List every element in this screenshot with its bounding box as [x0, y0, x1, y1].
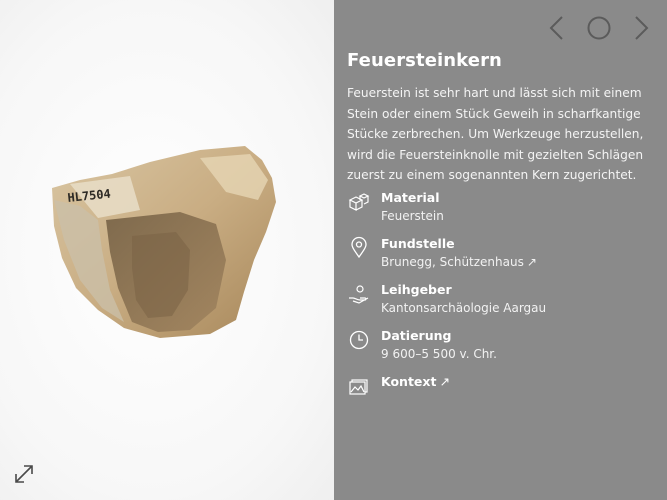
fact-dating-label: Datierung — [381, 328, 452, 343]
home-button[interactable] — [585, 14, 613, 42]
fact-material-label: Material — [381, 190, 440, 205]
context-link[interactable]: Kontext ↗ — [347, 374, 657, 420]
fact-material: Material Feuerstein — [347, 190, 657, 236]
expand-image-button[interactable] — [12, 462, 36, 486]
fact-findspot: Fundstelle Brunegg, Schützenhaus ↗ — [347, 236, 657, 282]
lender-hand-icon — [349, 285, 369, 304]
fact-lender: Leihgeber Kantonsarchäologie Aargau — [347, 282, 657, 328]
item-title: Feuersteinkern — [347, 50, 502, 71]
location-pin-icon — [351, 236, 367, 259]
fact-lender-label: Leihgeber — [381, 282, 452, 297]
findspot-link[interactable]: Brunegg, Schützenhaus ↗ — [381, 255, 537, 269]
fact-context-label: Kontext ↗ — [381, 374, 450, 389]
external-arrow-icon: ↗ — [526, 255, 537, 269]
context-label-text: Kontext — [381, 374, 437, 389]
fact-dating: Datierung 9 600–5 500 v. Chr. — [347, 328, 657, 374]
chevron-left-icon — [549, 16, 563, 40]
artifact-image-pane: HL7504 — [0, 0, 334, 500]
fact-lender-value: Kantonsarchäologie Aargau — [381, 301, 547, 315]
clock-icon — [349, 330, 369, 350]
flint-core-image: HL7504 — [52, 146, 276, 338]
external-arrow-icon: ↗ — [439, 374, 450, 389]
previous-button[interactable] — [543, 14, 571, 42]
image-icon — [349, 379, 368, 395]
circle-icon — [587, 16, 611, 40]
expand-diagonal-icon — [15, 465, 33, 483]
fact-material-value: Feuerstein — [381, 209, 444, 223]
fact-dating-value: 9 600–5 500 v. Chr. — [381, 347, 497, 361]
material-icon — [348, 193, 370, 211]
next-button[interactable] — [627, 14, 655, 42]
fact-findspot-value: Brunegg, Schützenhaus — [381, 255, 524, 269]
chevron-right-icon — [635, 16, 649, 40]
fact-findspot-label: Fundstelle — [381, 236, 455, 251]
navigation-controls — [543, 14, 655, 42]
fact-list: Material Feuerstein Fundstelle Brunegg, … — [347, 190, 657, 420]
info-panel: Feuersteinkern Feuerstein ist sehr hart … — [334, 0, 667, 500]
item-description: Feuerstein ist sehr hart und lässt sich … — [347, 86, 644, 182]
